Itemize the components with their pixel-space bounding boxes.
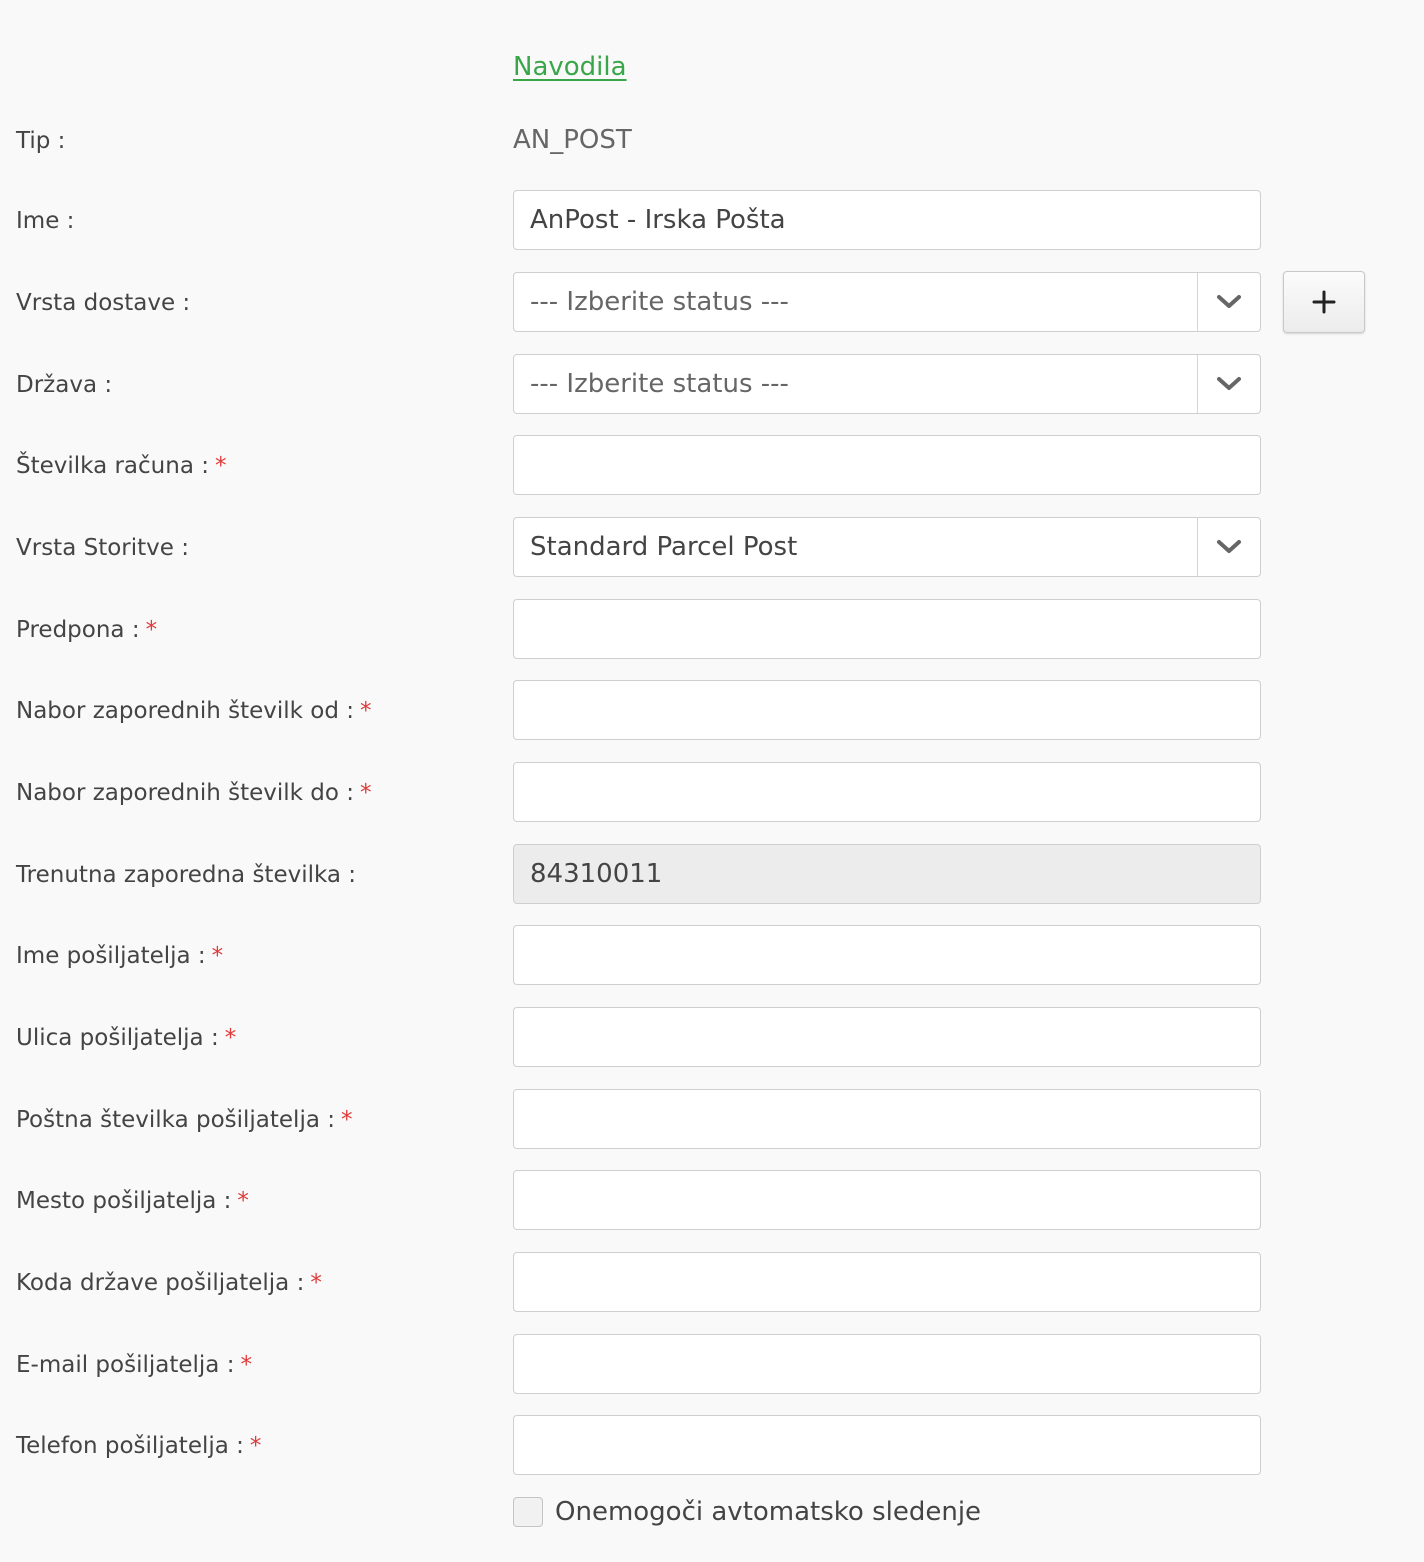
sender-email-input[interactable] <box>513 1334 1261 1394</box>
disable-tracking-checkbox[interactable] <box>513 1497 543 1527</box>
current-sequence-value: 84310011 <box>530 859 663 889</box>
sender-street-label: Ulica pošiljatelja : * <box>16 1025 237 1051</box>
type-value: AN_POST <box>513 125 632 155</box>
sequence-to-label: Nabor zaporednih številk do : * <box>16 780 372 806</box>
prefix-input[interactable] <box>513 599 1261 659</box>
sender-country-code-input[interactable] <box>513 1252 1261 1312</box>
delivery-type-selected: --- Izberite status --- <box>530 287 789 317</box>
name-label: Ime : <box>16 208 75 234</box>
sequence-to-input[interactable] <box>513 762 1261 822</box>
sender-name-label: Ime pošiljatelja : * <box>16 943 224 969</box>
sender-email-label: E-mail pošiljatelja : * <box>16 1352 252 1378</box>
required-marker: * <box>310 1270 322 1296</box>
name-input-value: AnPost - Irska Pošta <box>530 205 786 235</box>
chevron-down-icon[interactable] <box>1197 355 1260 413</box>
sender-city-label: Mesto pošiljatelja : * <box>16 1188 249 1214</box>
delivery-type-select[interactable]: --- Izberite status --- <box>513 272 1261 332</box>
required-marker: * <box>240 1352 252 1378</box>
disable-tracking-label[interactable]: Onemogoči avtomatsko sledenje <box>555 1497 981 1527</box>
required-marker: * <box>360 698 372 724</box>
name-input[interactable]: AnPost - Irska Pošta <box>513 190 1261 250</box>
required-marker: * <box>145 617 158 643</box>
country-label: Država : <box>16 372 113 398</box>
sequence-from-input[interactable] <box>513 680 1261 740</box>
required-marker: * <box>341 1107 353 1133</box>
sender-street-input[interactable] <box>513 1007 1261 1067</box>
service-type-selected: Standard Parcel Post <box>530 532 798 562</box>
required-marker: * <box>360 780 372 806</box>
type-label: Tip : <box>16 128 66 154</box>
required-marker: * <box>249 1433 262 1459</box>
required-marker: * <box>211 943 224 969</box>
service-type-select[interactable]: Standard Parcel Post <box>513 517 1261 577</box>
prefix-label: Predpona : * <box>16 617 158 643</box>
chevron-down-icon[interactable] <box>1197 518 1260 576</box>
sender-phone-input[interactable] <box>513 1415 1261 1475</box>
instructions-link[interactable]: Navodila <box>513 52 627 82</box>
required-marker: * <box>237 1188 249 1214</box>
service-type-label: Vrsta Storitve : <box>16 535 189 561</box>
add-delivery-type-button[interactable] <box>1283 271 1365 333</box>
account-number-label: Številka računa : * <box>16 453 227 479</box>
sender-phone-label: Telefon pošiljatelja : * <box>16 1433 262 1459</box>
sender-postcode-input[interactable] <box>513 1089 1261 1149</box>
delivery-type-label: Vrsta dostave : <box>16 290 191 316</box>
country-select[interactable]: --- Izberite status --- <box>513 354 1261 414</box>
disable-tracking-option[interactable]: Onemogoči avtomatsko sledenje <box>513 1495 981 1529</box>
current-sequence-label: Trenutna zaporedna številka : <box>16 862 357 888</box>
sequence-from-label: Nabor zaporednih številk od : * <box>16 698 372 724</box>
sender-postcode-label: Poštna številka pošiljatelja : * <box>16 1107 353 1133</box>
country-selected: --- Izberite status --- <box>530 369 789 399</box>
current-sequence-field: 84310011 <box>513 844 1261 904</box>
required-marker: * <box>224 1025 237 1051</box>
sender-name-input[interactable] <box>513 925 1261 985</box>
plus-icon <box>1312 290 1336 314</box>
required-marker: * <box>214 453 227 479</box>
sender-country-code-label: Koda države pošiljatelja : * <box>16 1270 322 1296</box>
account-number-input[interactable] <box>513 435 1261 495</box>
sender-city-input[interactable] <box>513 1170 1261 1230</box>
chevron-down-icon[interactable] <box>1197 273 1260 331</box>
